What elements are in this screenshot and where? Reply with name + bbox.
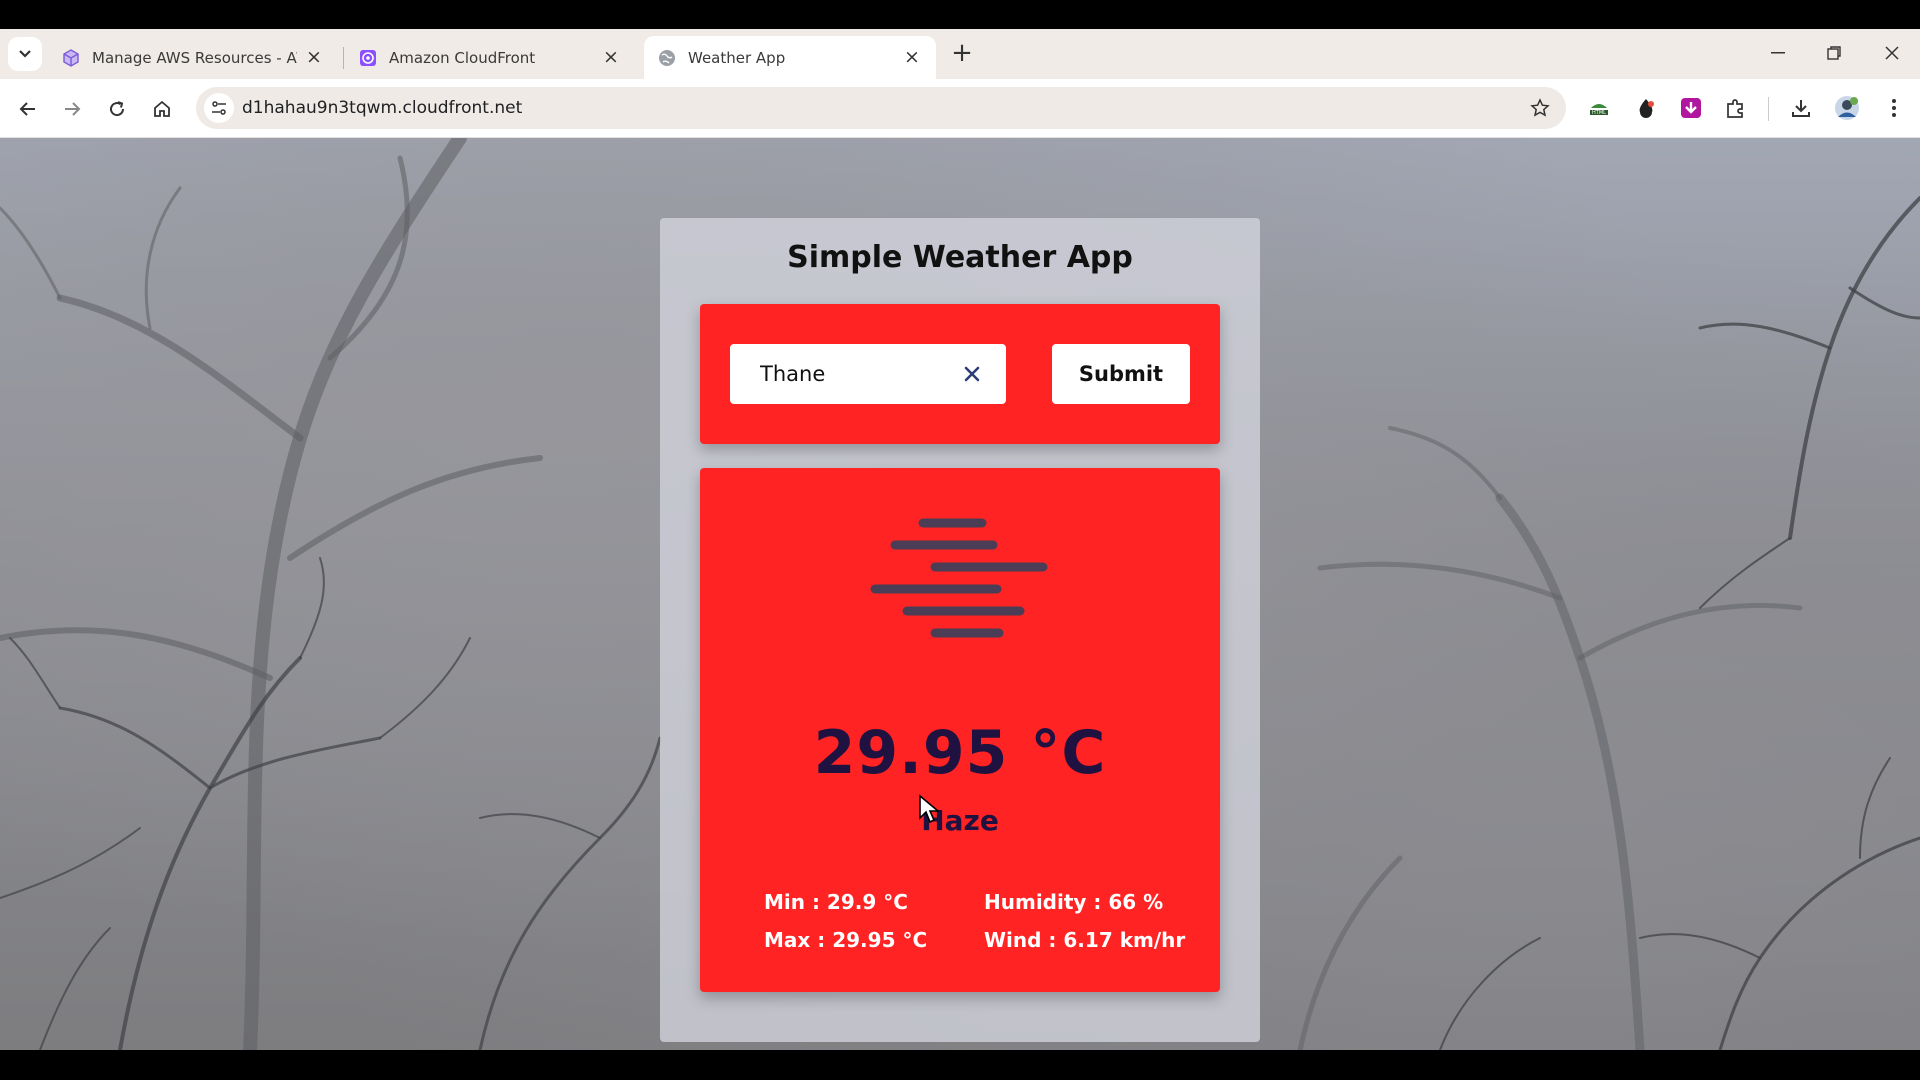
temperature-value: 29.95 °C (813, 718, 1107, 788)
arrow-left-icon (19, 102, 35, 116)
browser-toolbar: d1hahau9n3tqwm.cloudfront.net HTML (0, 79, 1920, 138)
home-icon (154, 100, 170, 117)
minimize-button[interactable] (1758, 37, 1798, 69)
min-temperature: Min : 29.9 °C (764, 890, 908, 914)
tab-strip: Manage AWS Resources - AWS × Amazon Clou… (0, 29, 1920, 79)
mouse-cursor-icon (919, 794, 940, 824)
page-title: Simple Weather App (787, 240, 1133, 275)
aws-cube-icon (62, 48, 80, 67)
close-icon[interactable]: × (902, 46, 922, 68)
extension-html-icon[interactable]: HTML (1585, 94, 1613, 122)
url-text: d1hahau9n3tqwm.cloudfront.net (242, 98, 523, 118)
reload-icon (110, 101, 125, 117)
tab-aws-resources[interactable]: Manage AWS Resources - AWS × (48, 36, 338, 79)
tab-search-button[interactable] (8, 37, 42, 71)
tab-weather-app[interactable]: Weather App × (644, 36, 936, 79)
clear-icon[interactable] (958, 360, 986, 388)
close-icon[interactable]: × (304, 46, 324, 68)
new-tab-button[interactable]: + (948, 38, 976, 68)
profile-avatar[interactable] (1833, 94, 1861, 122)
downloads-icon[interactable] (1787, 94, 1815, 122)
menu-kebab-icon[interactable] (1880, 94, 1908, 122)
tab-cloudfront[interactable]: Amazon CloudFront × (345, 36, 635, 79)
site-settings-icon[interactable] (204, 93, 234, 123)
screen-bottom-bar (0, 1050, 1920, 1080)
chevron-down-icon (19, 50, 31, 58)
arrow-right-icon (65, 102, 81, 116)
reload-button[interactable] (101, 93, 133, 125)
tab-divider (343, 47, 344, 69)
extension-download-icon[interactable] (1677, 94, 1705, 122)
extension-drop-icon[interactable] (1632, 94, 1660, 122)
haze-icon (870, 518, 1048, 638)
cloudfront-icon (359, 49, 377, 67)
close-icon[interactable]: × (601, 46, 621, 68)
submit-button[interactable]: Submit (1052, 344, 1190, 404)
tab-title: Amazon CloudFront (389, 48, 536, 67)
restore-button[interactable] (1814, 37, 1854, 69)
address-bar[interactable]: d1hahau9n3tqwm.cloudfront.net (196, 87, 1566, 129)
svg-text:HTML: HTML (1592, 110, 1606, 116)
weather-result-card: 29.95 °C Haze Min : 29.9 °C Humidity : 6… (700, 468, 1220, 992)
bookmark-star-icon[interactable] (1528, 96, 1552, 120)
globe-icon (658, 49, 676, 67)
forward-button[interactable] (56, 93, 88, 125)
weather-condition: Haze (921, 804, 999, 837)
weather-app-panel: Simple Weather App Submit 29.95 °C Ha (660, 218, 1260, 1042)
tab-title: Weather App (688, 48, 786, 67)
close-window-button[interactable] (1872, 37, 1912, 69)
home-button[interactable] (146, 93, 178, 125)
tab-title: Manage AWS Resources - AWS (92, 48, 297, 67)
toolbar-divider (1768, 97, 1769, 121)
screen-top-bar (0, 0, 1920, 29)
page-viewport: Simple Weather App Submit 29.95 °C Ha (0, 138, 1920, 1050)
wind-value: Wind : 6.17 km/hr (984, 928, 1186, 952)
back-button[interactable] (12, 93, 44, 125)
max-temperature: Max : 29.95 °C (764, 928, 928, 952)
extensions-puzzle-icon[interactable] (1722, 94, 1750, 122)
search-card: Submit (700, 304, 1220, 444)
humidity-value: Humidity : 66 % (984, 890, 1164, 914)
